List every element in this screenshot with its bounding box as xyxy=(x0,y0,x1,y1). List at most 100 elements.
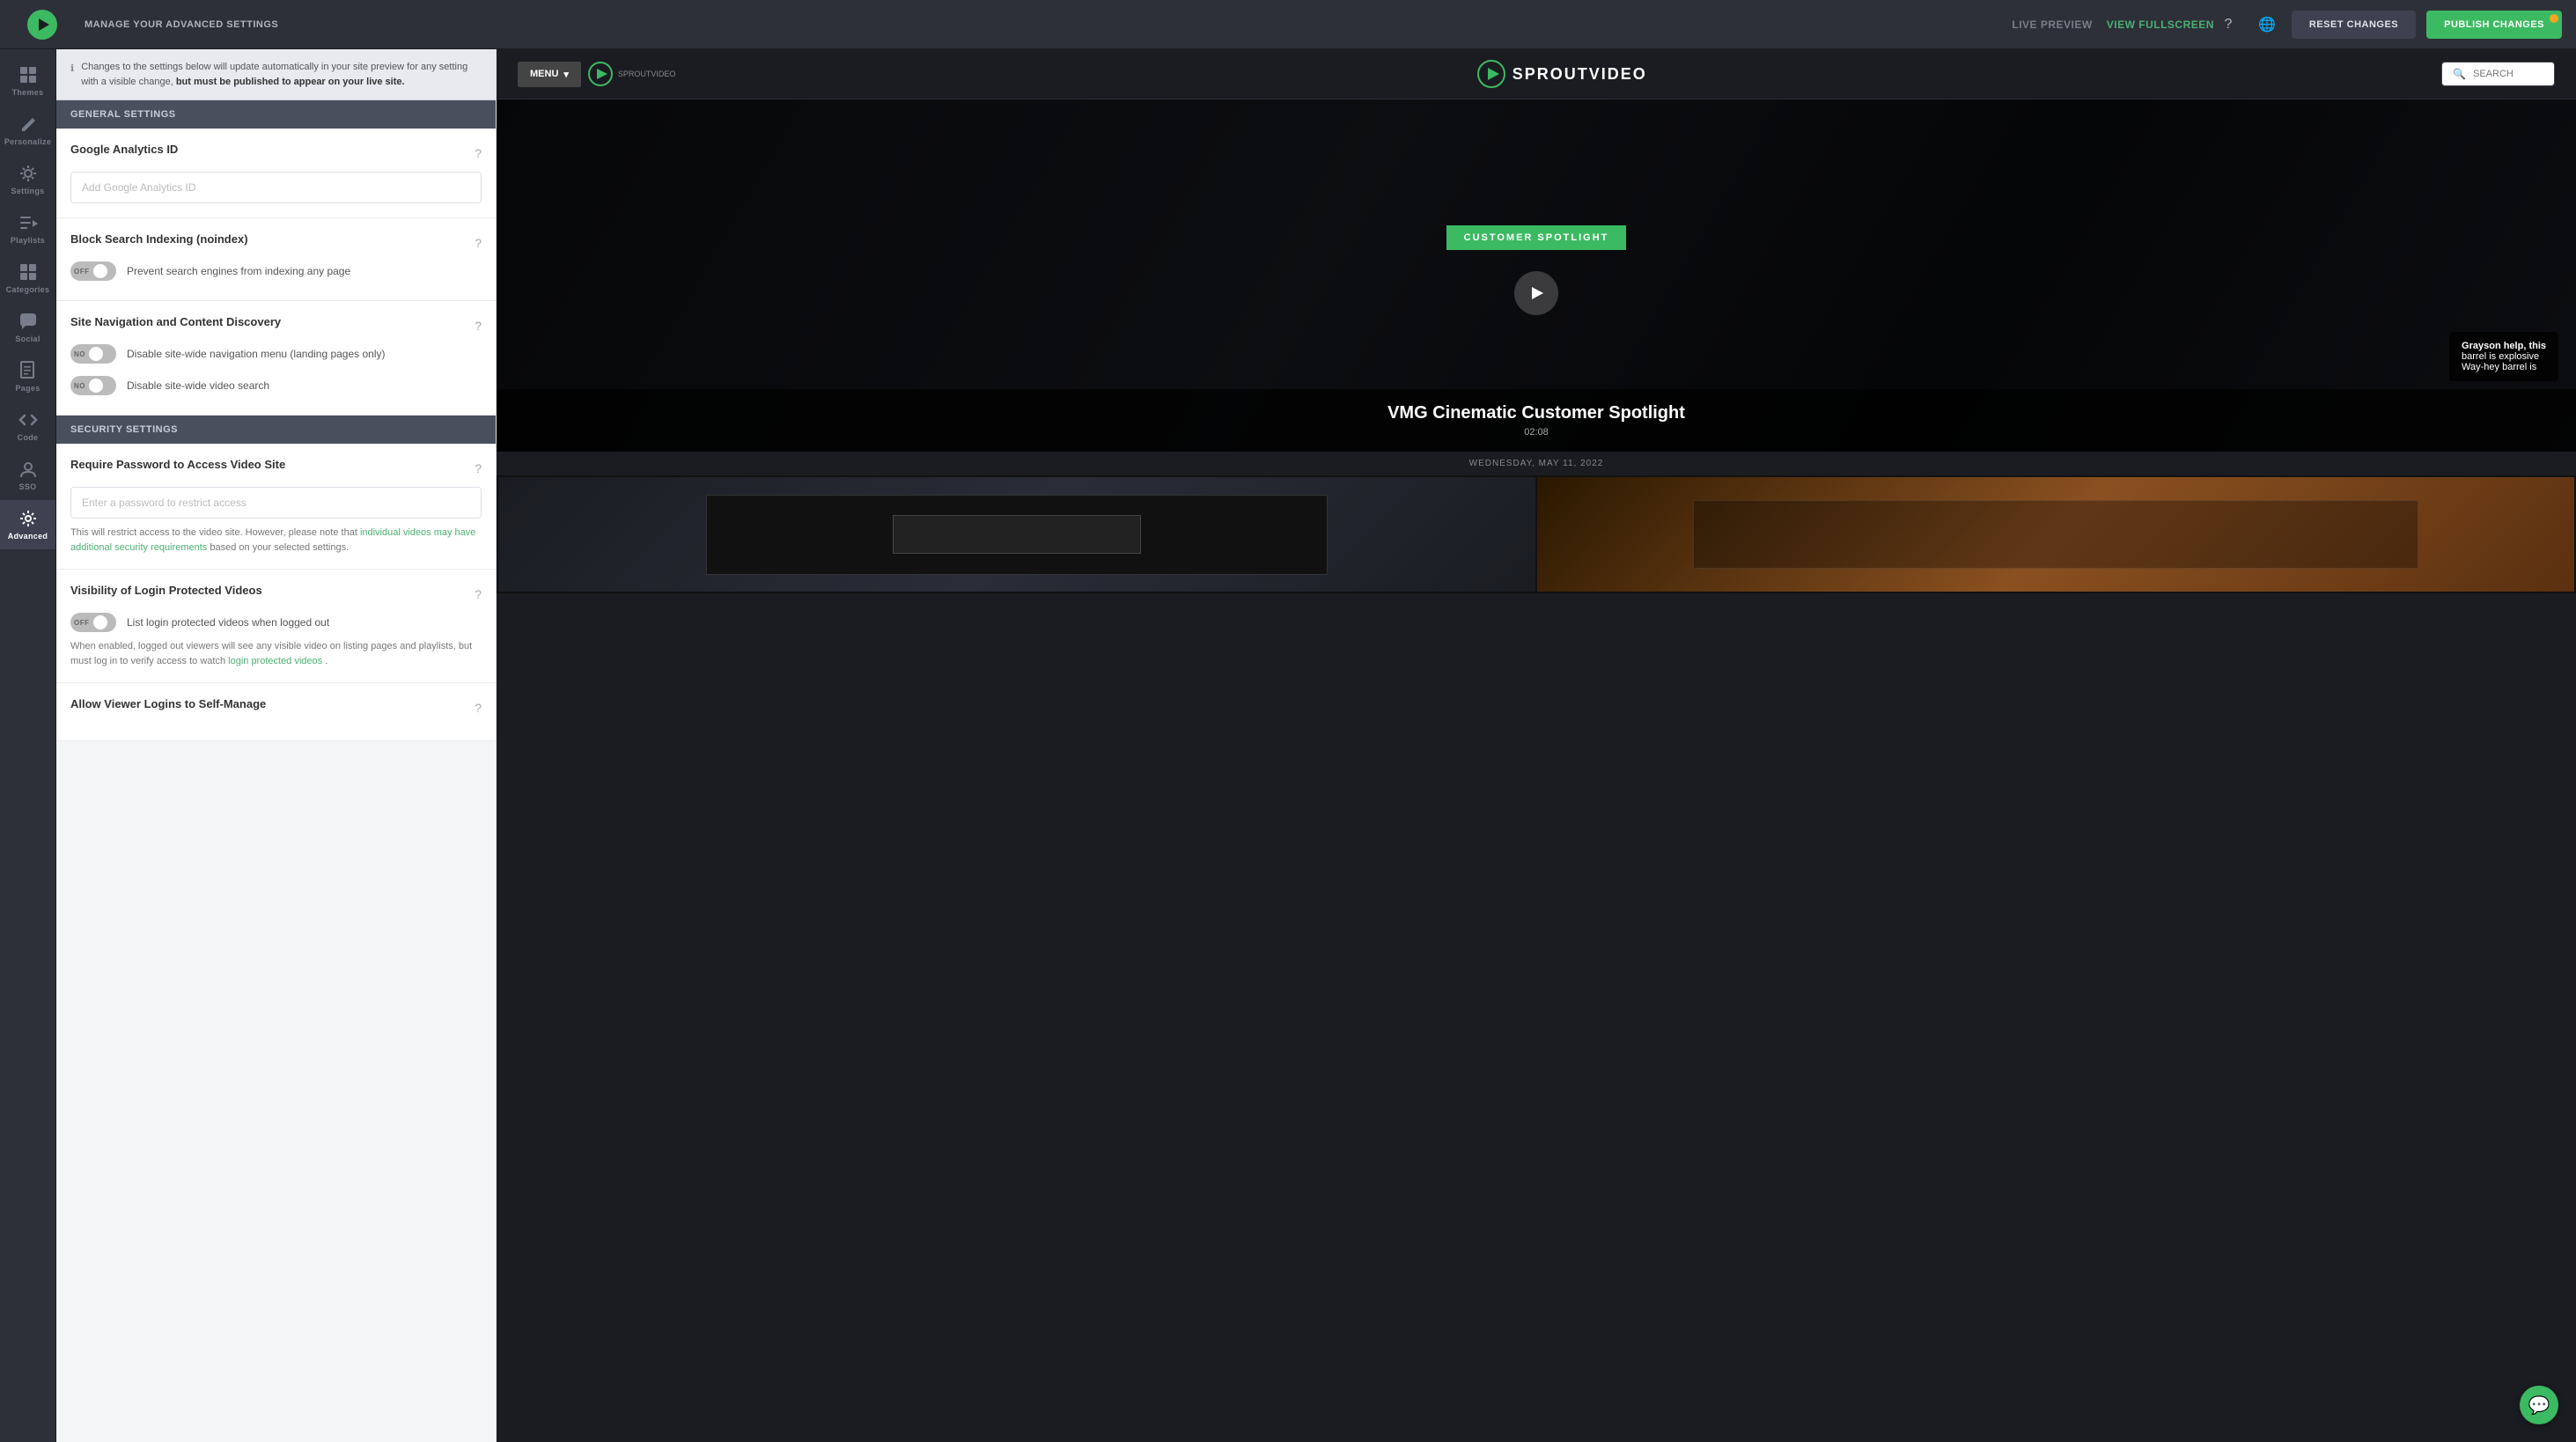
view-fullscreen-button[interactable]: VIEW FULLSCREEN xyxy=(2107,18,2214,31)
thumbnails-row xyxy=(497,475,2576,593)
visibility-group: Visibility of Login Protected Videos ? O… xyxy=(56,570,496,683)
sidebar-item-categories[interactable]: Categories xyxy=(0,254,55,303)
nav-toggle-2[interactable]: NO xyxy=(70,376,116,395)
block-search-help-icon[interactable]: ? xyxy=(475,236,482,250)
google-analytics-group: Google Analytics ID ? xyxy=(56,129,496,218)
hero-content: CUSTOMER SPOTLIGHT xyxy=(1446,225,1627,326)
notification-badge xyxy=(2550,14,2558,23)
code-label: Code xyxy=(18,433,39,442)
pages-label: Pages xyxy=(15,384,40,393)
themes-label: Themes xyxy=(12,88,44,97)
nav-toggle-row-2: NO Disable site-wide video search xyxy=(70,376,482,395)
thumbnail-1-inner xyxy=(893,515,1141,555)
google-analytics-title: Google Analytics ID xyxy=(70,143,178,156)
visibility-toggle-label: OFF xyxy=(74,619,90,627)
personalize-icon xyxy=(18,114,38,134)
visibility-toggle-text: List login protected videos when logged … xyxy=(127,616,329,629)
password-help-icon[interactable]: ? xyxy=(475,461,482,475)
site-search-box[interactable]: 🔍 xyxy=(2441,62,2555,86)
info-bar: ℹ Changes to the settings below will upd… xyxy=(56,49,496,100)
sproutvideo-logo-icon xyxy=(26,9,58,40)
hero-section: CUSTOMER SPOTLIGHT Grayson help, this ba… xyxy=(497,99,2576,452)
site-navigation-title-row: Site Navigation and Content Discovery ? xyxy=(70,315,482,335)
site-search-input[interactable] xyxy=(2473,69,2543,79)
site-sproutvideo-icon xyxy=(588,62,613,86)
sidebar-item-code[interactable]: Code xyxy=(0,401,55,451)
reset-changes-button[interactable]: RESET CHANGES xyxy=(2292,11,2416,39)
publish-changes-button[interactable]: PUBLISH CHANGES xyxy=(2426,11,2562,39)
visibility-toggle[interactable]: OFF xyxy=(70,613,116,632)
sidebar-item-settings[interactable]: Settings xyxy=(0,155,55,204)
hero-date: WEDNESDAY, MAY 11, 2022 xyxy=(497,452,2576,475)
security-settings-header: Security Settings xyxy=(56,416,496,444)
code-icon xyxy=(18,410,38,430)
themes-icon xyxy=(18,65,38,85)
site-logo-subtitle: SPROUTVIDEO xyxy=(618,70,676,78)
block-search-toggle-label: OFF xyxy=(74,268,90,276)
block-search-toggle[interactable]: OFF xyxy=(70,261,116,281)
google-analytics-input[interactable] xyxy=(70,172,482,203)
sidebar-item-social[interactable]: Social xyxy=(0,303,55,352)
publish-wrapper: PUBLISH CHANGES xyxy=(2426,11,2562,39)
nav-toggle-1-label: NO xyxy=(74,350,85,358)
menu-chevron-icon: ▾ xyxy=(563,69,569,80)
info-text: Changes to the settings below will updat… xyxy=(81,60,482,89)
site-header: MENU ▾ SPROUTVIDEO SPROUTVIDEO xyxy=(497,49,2576,99)
allow-viewer-title-row: Allow Viewer Logins to Self-Manage ? xyxy=(70,697,482,717)
block-search-title: Block Search Indexing (noindex) xyxy=(70,232,248,246)
google-analytics-help-icon[interactable]: ? xyxy=(475,146,482,160)
visibility-toggle-row: OFF List login protected videos when log… xyxy=(70,613,482,632)
header-center: LIVE PREVIEW VIEW FULLSCREEN xyxy=(2012,18,2214,31)
sidebar-item-playlists[interactable]: Playlists xyxy=(0,204,55,254)
hero-subtitle: Grayson help, this barrel is explosive W… xyxy=(2449,332,2558,381)
search-icon: 🔍 xyxy=(2453,68,2466,80)
sidebar-item-personalize[interactable]: Personalize xyxy=(0,106,55,155)
block-search-description: Prevent search engines from indexing any… xyxy=(127,265,350,277)
info-icon: ℹ xyxy=(70,62,74,89)
nav-toggle-1-ball xyxy=(89,347,103,361)
sidebar-item-pages[interactable]: Pages xyxy=(0,352,55,401)
nav-toggle-row-1: NO Disable site-wide navigation menu (la… xyxy=(70,344,482,364)
playlists-label: Playlists xyxy=(11,236,45,245)
advanced-label: Advanced xyxy=(8,532,48,541)
social-icon xyxy=(18,312,38,331)
nav-toggle-1[interactable]: NO xyxy=(70,344,116,364)
site-logo-center: SPROUTVIDEO xyxy=(682,60,2441,88)
site-navigation-help-icon[interactable]: ? xyxy=(475,319,482,333)
visibility-title-row: Visibility of Login Protected Videos ? xyxy=(70,584,482,604)
nav-toggle-2-ball xyxy=(89,379,103,393)
sidebar-item-sso[interactable]: SSO xyxy=(0,451,55,500)
site-center-logo-icon xyxy=(1477,60,1505,88)
hero-badge: CUSTOMER SPOTLIGHT xyxy=(1446,225,1627,250)
site-navigation-toggles: NO Disable site-wide navigation menu (la… xyxy=(70,344,482,401)
visibility-link[interactable]: login protected videos xyxy=(228,656,322,666)
language-button[interactable]: 🌐 xyxy=(2253,11,2281,39)
help-button[interactable]: ? xyxy=(2214,11,2242,39)
subtitle-line-1: Grayson help, this xyxy=(2462,341,2546,351)
sidebar-item-advanced[interactable]: Advanced xyxy=(0,500,55,549)
header-actions: ? 🌐 RESET CHANGES PUBLISH CHANGES xyxy=(2214,11,2562,39)
sso-icon xyxy=(18,460,38,479)
site-menu-button[interactable]: MENU ▾ xyxy=(518,62,581,87)
site-navigation-title: Site Navigation and Content Discovery xyxy=(70,315,281,328)
password-input[interactable] xyxy=(70,487,482,519)
password-description: This will restrict access to the video s… xyxy=(70,526,482,555)
settings-panel: ℹ Changes to the settings below will upd… xyxy=(56,49,497,1442)
chat-button[interactable]: 💬 xyxy=(2520,1386,2558,1424)
block-search-toggle-row: OFF Prevent search engines from indexing… xyxy=(70,261,482,281)
sidebar-item-themes[interactable]: Themes xyxy=(0,56,55,106)
social-label: Social xyxy=(15,335,40,343)
hero-play-button[interactable] xyxy=(1514,271,1558,315)
main-area: Themes Personalize Settings Playlists xyxy=(0,49,2576,1442)
visibility-help-icon[interactable]: ? xyxy=(475,587,482,601)
thumbnail-2-content xyxy=(1693,500,2419,569)
site-logo-wordmark: SPROUTVIDEO xyxy=(588,62,676,86)
allow-viewer-help-icon[interactable]: ? xyxy=(475,701,482,715)
categories-label: Categories xyxy=(6,285,50,294)
allow-viewer-title: Allow Viewer Logins to Self-Manage xyxy=(70,697,266,710)
nav-toggle-2-text: Disable site-wide video search xyxy=(127,379,269,392)
settings-label: Settings xyxy=(11,187,45,195)
live-preview-label: LIVE PREVIEW xyxy=(2012,18,2092,31)
site-navigation-group: Site Navigation and Content Discovery ? … xyxy=(56,301,496,416)
personalize-label: Personalize xyxy=(4,137,51,146)
